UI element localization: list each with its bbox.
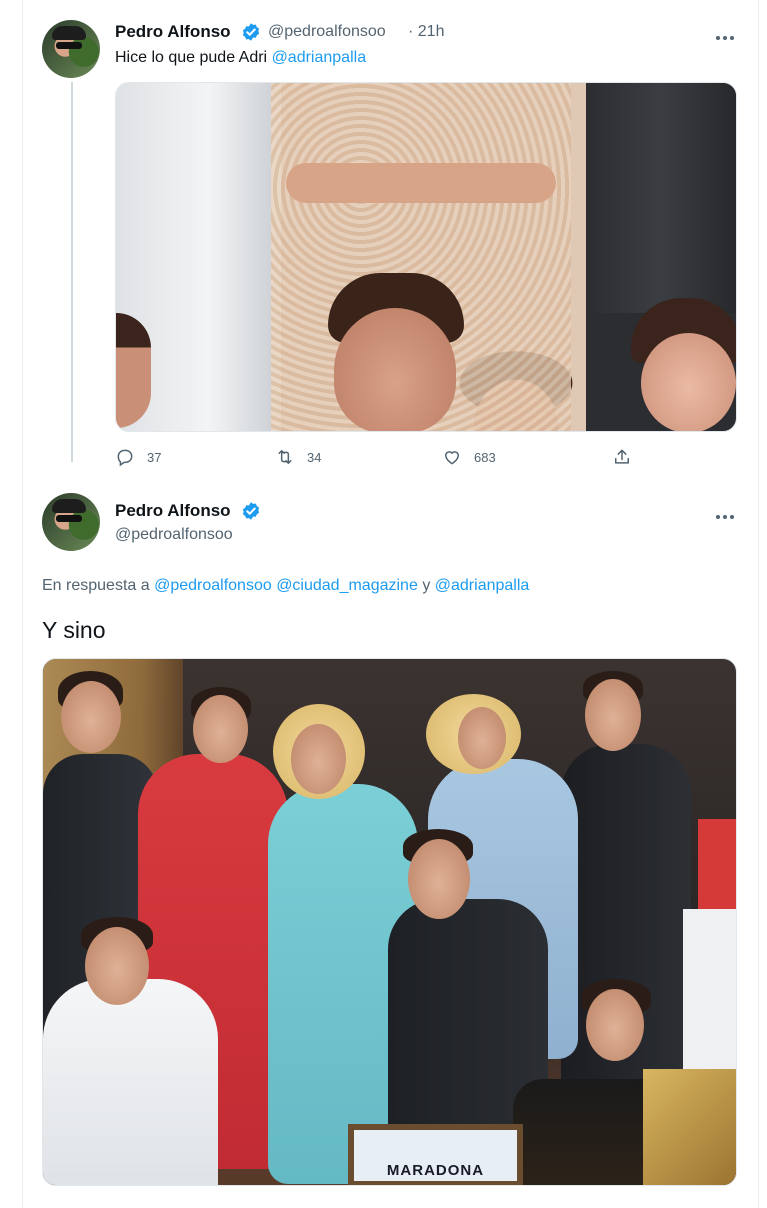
- avatar[interactable]: [42, 493, 100, 551]
- tweet-time[interactable]: · 21h: [408, 23, 444, 41]
- author-handle[interactable]: @pedroalfonsoo: [115, 526, 233, 544]
- mention-link[interactable]: @adrianpalla: [272, 49, 367, 66]
- tweet-text-body: Hice lo que pude Adri: [115, 49, 268, 66]
- reply-prefix: En respuesta a: [42, 577, 150, 594]
- verified-badge-icon: [242, 23, 260, 41]
- reply-context: En respuesta a @pedroalfonsoo @ciudad_ma…: [42, 577, 529, 595]
- verified-badge-icon: [242, 502, 260, 520]
- thread-connector-line: [71, 82, 73, 462]
- timeline-border-left: [22, 0, 23, 1208]
- reply-and: y: [422, 577, 431, 594]
- sign-text: MARADONA: [354, 1130, 517, 1181]
- twitter-thread: Pedro Alfonso @pedroalfonsoo · 21h Hice …: [0, 0, 767, 1208]
- mention-link[interactable]: @adrianpalla: [435, 577, 530, 594]
- retweet-icon: [278, 450, 292, 464]
- like-button[interactable]: 683: [442, 446, 496, 468]
- tweet-text: Y sino: [42, 617, 106, 643]
- tweet-actions: 37 34 683: [115, 446, 640, 468]
- like-icon: [444, 451, 460, 465]
- author-name[interactable]: Pedro Alfonso: [115, 501, 231, 521]
- reply-count: 37: [147, 449, 162, 465]
- maradona-sign: MARADONA: [348, 1124, 523, 1185]
- timeline-border-right: [758, 0, 759, 1208]
- author-handle[interactable]: @pedroalfonsoo: [268, 23, 386, 41]
- tweet-photo[interactable]: MARADONA: [42, 658, 737, 1186]
- more-icon[interactable]: [716, 506, 738, 519]
- mention-link[interactable]: @ciudad_magazine: [276, 577, 418, 594]
- tweet-photo[interactable]: [115, 82, 737, 432]
- reply-icon: [117, 449, 133, 467]
- share-button[interactable]: [612, 446, 632, 468]
- mention-link[interactable]: @pedroalfonsoo: [154, 577, 272, 594]
- more-icon[interactable]: [716, 27, 738, 40]
- avatar[interactable]: [42, 20, 100, 78]
- retweet-count: 34: [307, 449, 322, 465]
- like-count: 683: [474, 449, 496, 465]
- retweet-button[interactable]: 34: [275, 446, 321, 468]
- share-icon: [615, 449, 629, 464]
- reply-button[interactable]: 37: [115, 446, 161, 468]
- author-name[interactable]: Pedro Alfonso: [115, 22, 231, 42]
- tweet-text: Hice lo que pude Adri @adrianpalla: [115, 49, 366, 67]
